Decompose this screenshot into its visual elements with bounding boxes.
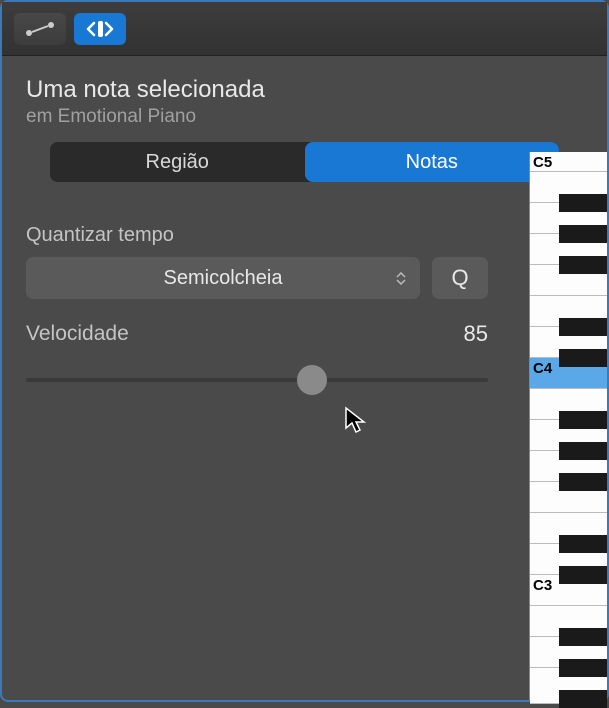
velocity-slider[interactable] (26, 365, 488, 395)
inspector-tabs: Região Notas (50, 142, 559, 182)
piano-black-key[interactable] (559, 628, 607, 646)
quantize-button[interactable]: Q (432, 257, 488, 299)
key-label-c4: C4 (533, 360, 552, 377)
piano-black-key[interactable] (559, 256, 607, 274)
dropdown-arrows-icon (396, 272, 406, 285)
piano-black-key[interactable] (559, 411, 607, 429)
tab-notes[interactable]: Notas (305, 142, 560, 182)
velocity-row: Velocidade 85 (26, 321, 488, 347)
quantize-label: Quantizar tempo (26, 224, 488, 247)
piano-black-key[interactable] (559, 566, 607, 584)
automation-tool-button[interactable] (14, 13, 66, 45)
piano-black-key[interactable] (559, 318, 607, 336)
key-label-c3: C3 (533, 577, 552, 594)
piano-black-key[interactable] (559, 194, 607, 212)
slider-thumb[interactable] (297, 365, 327, 395)
piano-black-key[interactable] (559, 442, 607, 460)
piano-black-key[interactable] (559, 473, 607, 491)
inspector-content: Quantizar tempo Semicolcheia Q Velocidad… (2, 196, 512, 423)
quantize-dropdown[interactable]: Semicolcheia (26, 257, 420, 299)
automation-curve-icon (25, 21, 55, 37)
piano-keyboard[interactable]: C5 C4 C3 (529, 152, 607, 700)
key-label-c5: C5 (533, 154, 552, 171)
selection-title: Uma nota selecionada (26, 76, 583, 104)
catch-tool-button[interactable] (74, 13, 126, 45)
quantize-value: Semicolcheia (164, 267, 283, 290)
catch-icon (85, 19, 115, 39)
piano-white-key[interactable]: C5 (530, 152, 607, 172)
velocity-value: 85 (464, 321, 488, 347)
slider-track (26, 378, 488, 382)
tab-region[interactable]: Região (50, 142, 305, 182)
piano-black-key[interactable] (559, 349, 607, 367)
piano-black-key[interactable] (559, 659, 607, 677)
quantize-row: Semicolcheia Q (26, 257, 488, 299)
track-subtitle: em Emotional Piano (26, 106, 583, 128)
velocity-label: Velocidade (26, 322, 129, 346)
toolbar (2, 2, 607, 56)
piano-black-key[interactable] (559, 690, 607, 708)
piano-black-key[interactable] (559, 535, 607, 553)
header-section: Uma nota selecionada em Emotional Piano … (2, 56, 607, 196)
piano-black-key[interactable] (559, 225, 607, 243)
